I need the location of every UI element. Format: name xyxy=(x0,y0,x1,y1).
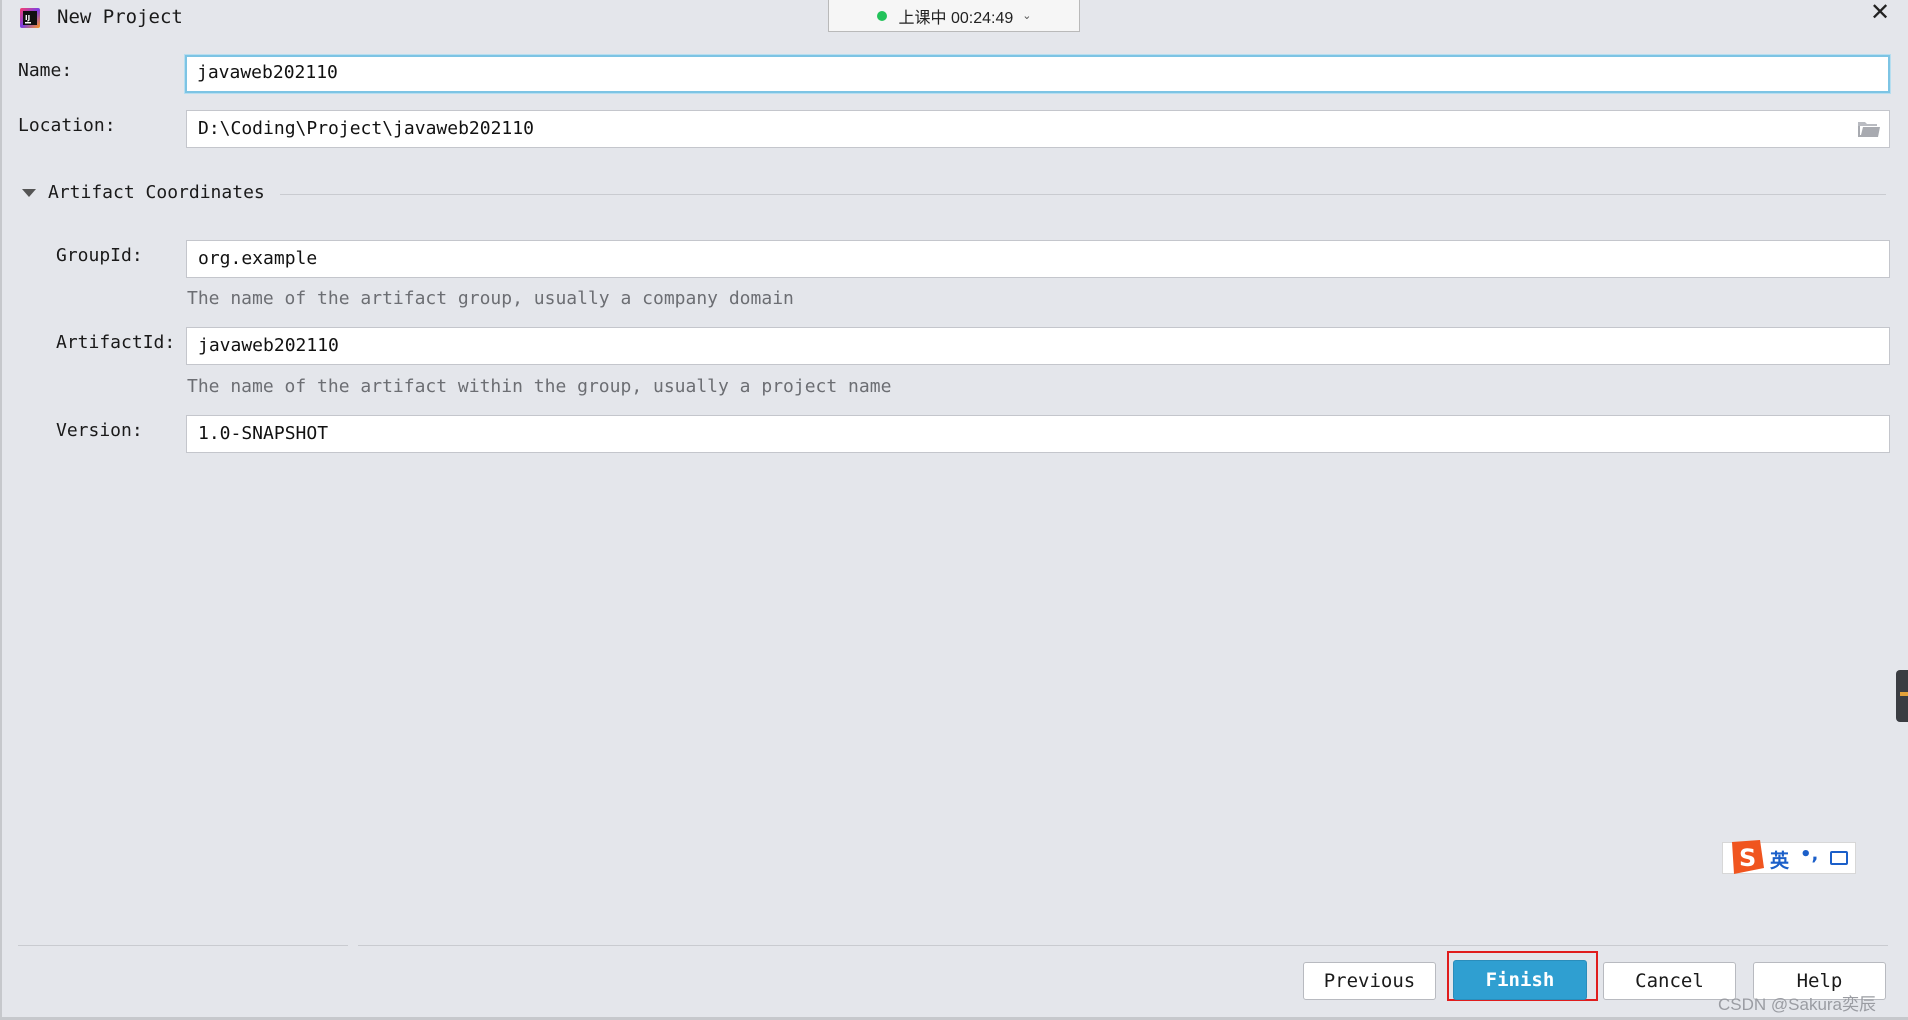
location-value: D:\Coding\Project\javaweb202110 xyxy=(198,118,534,139)
section-divider xyxy=(280,194,1886,195)
keyboard-icon[interactable] xyxy=(1830,851,1848,865)
artifactid-hint: The name of the artifact within the grou… xyxy=(187,376,892,397)
artifactid-label: ArtifactId: xyxy=(56,332,176,353)
close-icon[interactable]: ✕ xyxy=(1866,0,1894,28)
name-label: Name: xyxy=(18,60,73,81)
artifact-coordinates-toggle[interactable]: Artifact Coordinates xyxy=(22,180,265,204)
side-panel-tab[interactable] xyxy=(1896,670,1908,722)
section-title: Artifact Coordinates xyxy=(48,181,265,203)
recording-dot-icon xyxy=(876,10,887,21)
location-label: Location: xyxy=(18,115,116,136)
svg-text:IJ: IJ xyxy=(25,14,30,22)
recording-status: 上课中 00:24:49 xyxy=(898,9,1014,27)
footer-divider-right xyxy=(358,945,1888,946)
ime-punctuation[interactable]: •, xyxy=(1800,844,1818,865)
window-left-border xyxy=(0,0,2,1020)
artifactid-input[interactable]: javaweb202110 xyxy=(186,327,1890,365)
groupid-input[interactable]: org.example xyxy=(186,240,1890,278)
footer-divider-left xyxy=(18,945,348,946)
ime-language[interactable]: 英 xyxy=(1770,846,1789,873)
watermark: CSDN @Sakura奕辰 xyxy=(1718,995,1877,1014)
name-input[interactable]: javaweb202110 xyxy=(185,55,1890,93)
svg-text:S: S xyxy=(1739,844,1756,872)
cancel-button[interactable]: Cancel xyxy=(1603,962,1736,1000)
sogou-logo-icon[interactable]: S xyxy=(1726,838,1766,876)
groupid-hint: The name of the artifact group, usually … xyxy=(187,288,794,309)
recording-indicator[interactable]: 上课中 00:24:49 ⌄ xyxy=(828,0,1080,32)
chevron-down-icon[interactable]: ⌄ xyxy=(1022,9,1031,22)
window-title: New Project xyxy=(57,6,183,28)
version-label: Version: xyxy=(56,420,143,441)
version-input[interactable]: 1.0-SNAPSHOT xyxy=(186,415,1890,453)
folder-icon[interactable] xyxy=(1857,119,1881,139)
intellij-idea-icon: IJ xyxy=(20,8,40,28)
groupid-label: GroupId: xyxy=(56,245,143,266)
previous-button[interactable]: Previous xyxy=(1303,962,1436,1000)
triangle-down-icon[interactable] xyxy=(22,189,36,197)
finish-button[interactable]: Finish xyxy=(1453,960,1587,1000)
location-input[interactable]: D:\Coding\Project\javaweb202110 xyxy=(186,110,1890,148)
